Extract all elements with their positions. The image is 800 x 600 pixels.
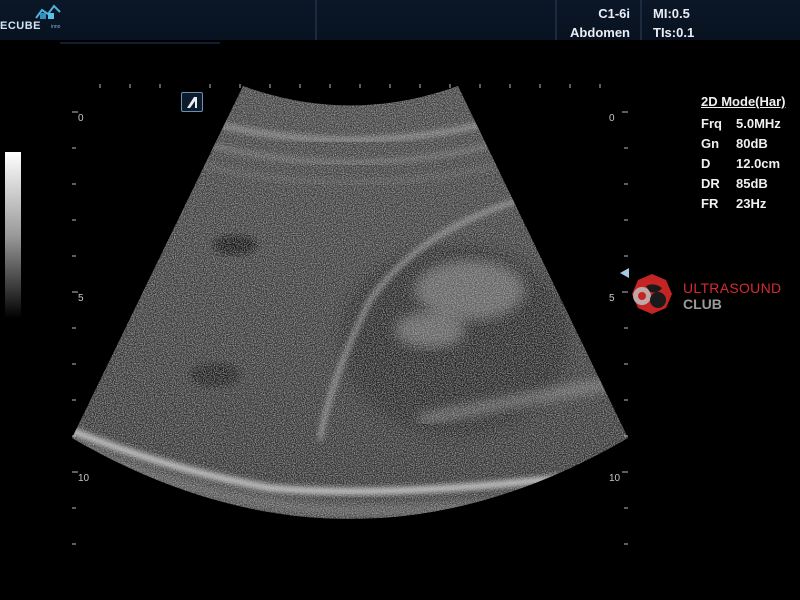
orientation-marker-icon [181,92,203,112]
param-row: DR 85dB [701,176,768,191]
depth-label-right: 10 [609,473,621,484]
top-ruler-ticks [99,84,601,88]
param-row: Gn 80dB [701,136,768,151]
depth-label-left: 0 [78,113,84,124]
sector-content [72,86,628,519]
right-depth-ticks [622,111,628,545]
param-row: Frq 5.0MHz [701,116,781,131]
ultrasound-club-logo-icon [632,274,672,314]
depth-label-left: 10 [78,473,90,484]
depth-label-right: 0 [609,113,615,124]
param-row: FR 23Hz [701,196,767,211]
imaging-mode: 2D Mode(Har) [701,94,786,109]
depth-label-left: 5 [78,293,84,304]
param-row: D 12.0cm [701,156,781,171]
watermark-title: ULTRASOUND [683,280,782,296]
ultrasound-image [72,84,628,545]
depth-label-right: 5 [609,293,615,304]
watermark-subtitle: CLUB [683,296,722,312]
imaging-parameters: 2D Mode(Har) Frq 5.0MHz Gn 80dB D 12.0cm DR… [701,92,786,214]
